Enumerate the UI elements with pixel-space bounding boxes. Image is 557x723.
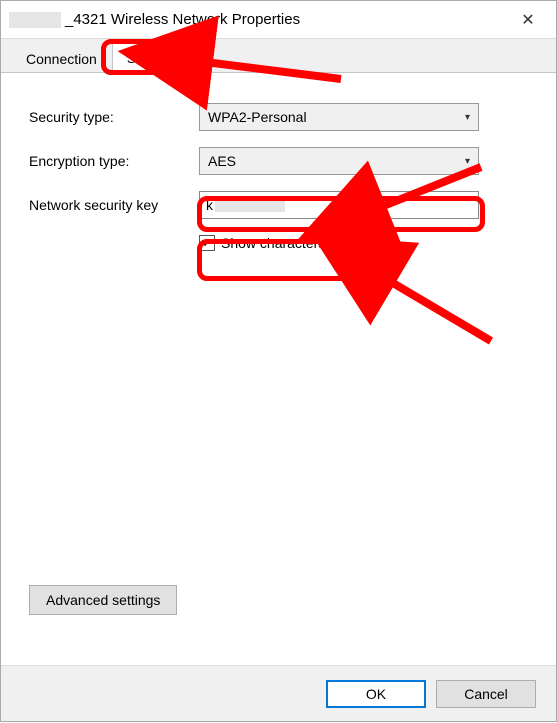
dropdown-value: WPA2-Personal	[208, 109, 307, 125]
chevron-down-icon: ▾	[465, 156, 470, 167]
cancel-button[interactable]: Cancel	[436, 680, 536, 708]
tab-content-security: Security type: WPA2-Personal ▾ Encryptio…	[1, 73, 556, 655]
tab-label: Security	[127, 50, 178, 66]
tab-label: Connection	[26, 51, 97, 67]
button-label: OK	[366, 686, 386, 702]
row-security-type: Security type: WPA2-Personal ▾	[29, 103, 528, 131]
show-characters-checkbox[interactable]: ✓	[199, 235, 215, 251]
tab-strip: Connection Security	[1, 39, 556, 73]
dropdown-value: AES	[208, 153, 236, 169]
chevron-down-icon: ▾	[465, 112, 470, 123]
advanced-settings-button[interactable]: Advanced settings	[29, 585, 177, 615]
security-type-label: Security type:	[29, 109, 199, 125]
redacted-key-remainder	[215, 198, 285, 212]
redacted-ssid	[9, 12, 61, 28]
button-label: Cancel	[464, 686, 508, 702]
row-network-key: Network security key k	[29, 191, 528, 219]
network-key-label: Network security key	[29, 197, 199, 213]
security-type-dropdown[interactable]: WPA2-Personal ▾	[199, 103, 479, 131]
close-icon: ✕	[521, 10, 534, 30]
show-characters-label: Show characters	[221, 235, 325, 251]
tab-security[interactable]: Security	[112, 43, 193, 73]
ok-button[interactable]: OK	[326, 680, 426, 708]
row-show-characters: ✓ Show characters	[199, 235, 528, 251]
window-title: _4321 Wireless Network Properties	[9, 11, 508, 28]
properties-dialog: _4321 Wireless Network Properties ✕ Conn…	[0, 0, 557, 722]
encryption-type-label: Encryption type:	[29, 153, 199, 169]
checkmark-icon: ✓	[202, 236, 212, 250]
button-label: Advanced settings	[46, 592, 160, 608]
encryption-type-dropdown[interactable]: AES ▾	[199, 147, 479, 175]
row-encryption-type: Encryption type: AES ▾	[29, 147, 528, 175]
titlebar[interactable]: _4321 Wireless Network Properties ✕	[1, 1, 556, 39]
network-key-input[interactable]: k	[199, 191, 479, 219]
dialog-footer: OK Cancel	[1, 665, 556, 721]
network-key-value: k	[206, 197, 213, 213]
title-suffix: _4321 Wireless Network Properties	[65, 11, 300, 28]
tab-connection[interactable]: Connection	[11, 44, 112, 73]
close-button[interactable]: ✕	[508, 5, 548, 35]
